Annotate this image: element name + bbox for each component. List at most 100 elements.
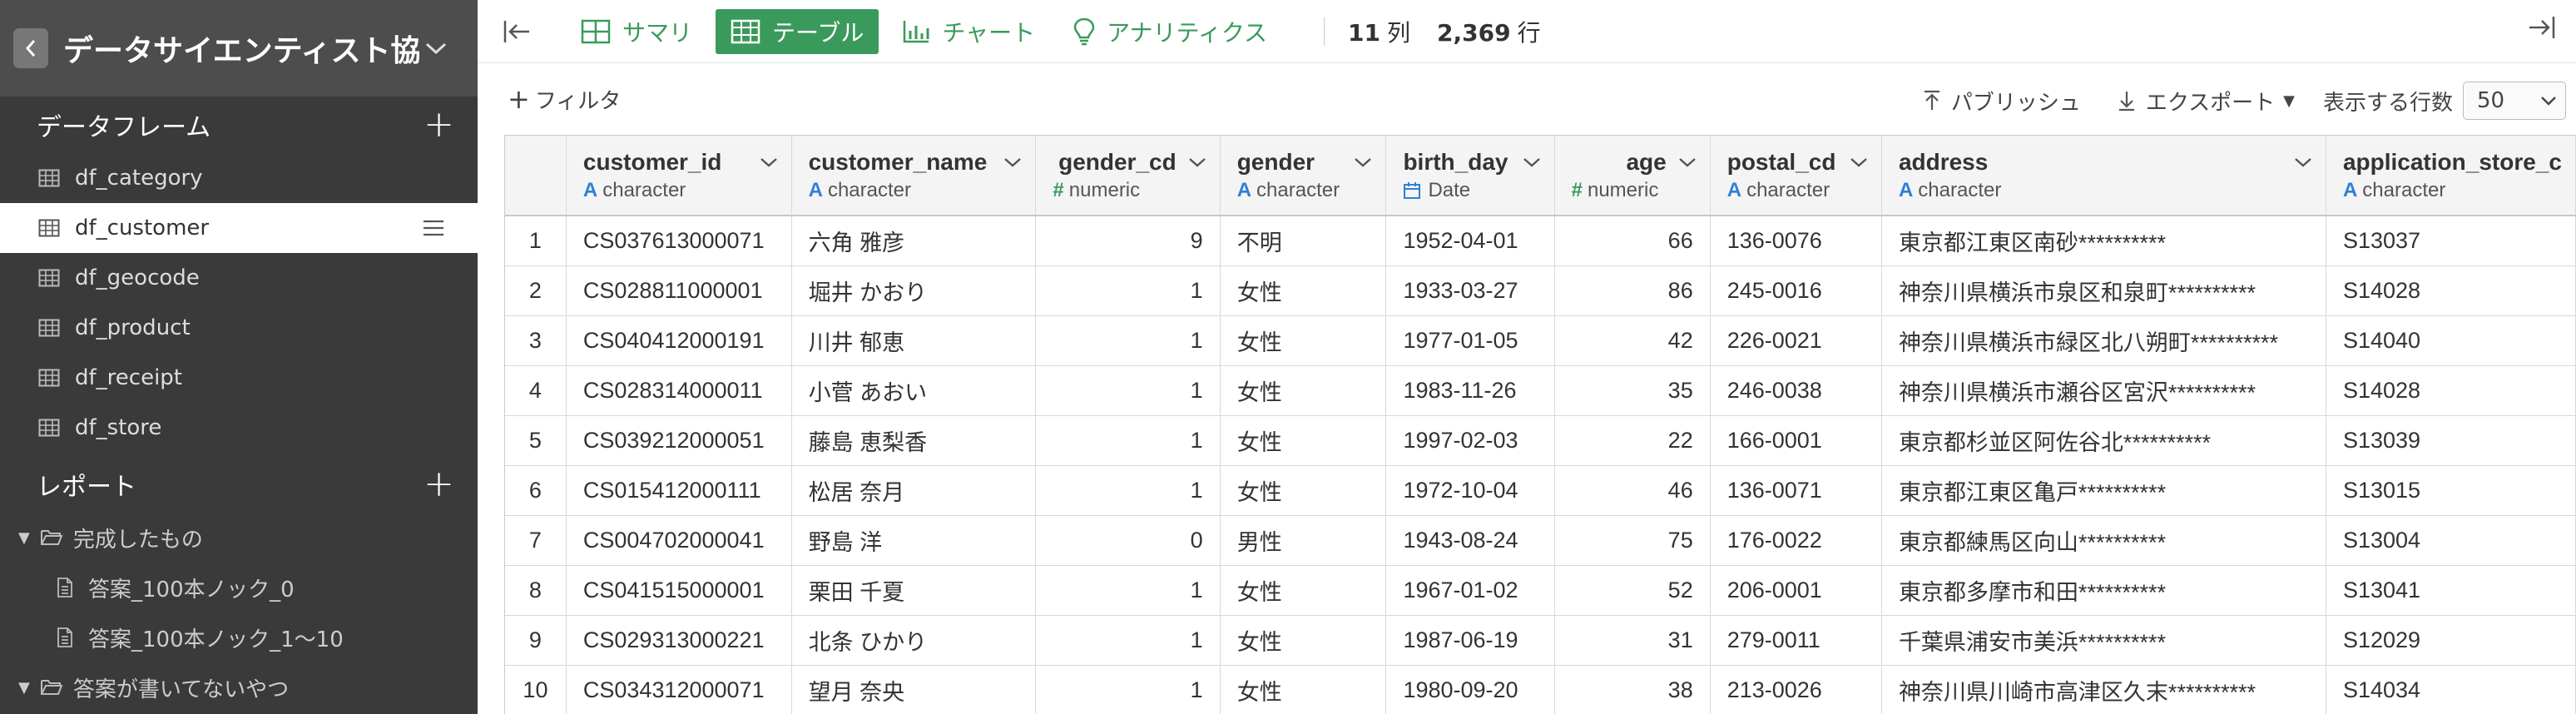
column-header-age[interactable]: age # numeric <box>1554 136 1711 216</box>
cell-postal_cd[interactable]: 279-0011 <box>1710 615 1882 666</box>
cell-address[interactable]: 神奈川県横浜市泉区和泉町********** <box>1881 265 2326 316</box>
cell-address[interactable]: 東京都練馬区向山********** <box>1881 515 2326 566</box>
chevron-down-icon[interactable] <box>2294 156 2312 168</box>
sidebar-item-df_product[interactable]: df_product <box>0 303 478 353</box>
cell-customer_name[interactable]: 松居 奈月 <box>791 465 1037 516</box>
tab-table[interactable]: テーブル <box>716 8 879 54</box>
column-header-address[interactable]: address Acharacter <box>1881 136 2326 216</box>
sidebar-item-df_geocode[interactable]: df_geocode <box>0 253 478 303</box>
cell-age[interactable]: 75 <box>1554 515 1711 566</box>
cell-gender[interactable]: 女性 <box>1220 415 1387 466</box>
cell-age[interactable]: 35 <box>1554 365 1711 416</box>
chevron-down-icon[interactable] <box>1188 156 1206 168</box>
report-item[interactable]: 答案_100本ノック_1〜10 <box>0 612 478 662</box>
collapse-sidebar-button[interactable] <box>503 19 533 44</box>
cell-birth_day[interactable]: 1983-11-26 <box>1385 365 1555 416</box>
sidebar-item-df_store[interactable]: df_store <box>0 403 478 453</box>
column-header-gender_cd[interactable]: gender_cd # numeric <box>1035 136 1221 216</box>
cell-address[interactable]: 東京都多摩市和田********** <box>1881 565 2326 616</box>
cell-gender[interactable]: 不明 <box>1220 216 1387 266</box>
cell-age[interactable]: 86 <box>1554 265 1711 316</box>
cell-birth_day[interactable]: 1987-06-19 <box>1385 615 1555 666</box>
cell-postal_cd[interactable]: 136-0071 <box>1710 465 1882 516</box>
cell-customer_id[interactable]: CS037613000071 <box>566 216 792 266</box>
cell-application_store_c[interactable]: S13039 <box>2326 415 2576 466</box>
cell-age[interactable]: 31 <box>1554 615 1711 666</box>
cell-postal_cd[interactable]: 176-0022 <box>1710 515 1882 566</box>
cell-application_store_c[interactable]: S12029 <box>2326 615 2576 666</box>
cell-postal_cd[interactable]: 206-0001 <box>1710 565 1882 616</box>
cell-gender[interactable]: 女性 <box>1220 315 1387 366</box>
tab-chart[interactable]: チャート <box>887 9 1050 54</box>
sidebar-item-df_category[interactable]: df_category <box>0 153 478 203</box>
cell-customer_id[interactable]: CS028314000011 <box>566 365 792 416</box>
cell-birth_day[interactable]: 1952-04-01 <box>1385 216 1555 266</box>
cell-postal_cd[interactable]: 213-0026 <box>1710 665 1882 714</box>
cell-age[interactable]: 66 <box>1554 216 1711 266</box>
cell-customer_name[interactable]: 小菅 あおい <box>791 365 1037 416</box>
chevron-down-icon[interactable] <box>1003 156 1022 168</box>
sidebar-item-df_receipt[interactable]: df_receipt <box>0 353 478 403</box>
cell-postal_cd[interactable]: 246-0038 <box>1710 365 1882 416</box>
cell-customer_id[interactable]: CS015412000111 <box>566 465 792 516</box>
cell-customer_name[interactable]: 北条 ひかり <box>791 615 1037 666</box>
chevron-down-icon[interactable] <box>1523 156 1541 168</box>
cell-customer_id[interactable]: CS028811000001 <box>566 265 792 316</box>
cell-gender_cd[interactable]: 1 <box>1035 365 1221 416</box>
cell-application_store_c[interactable]: S13041 <box>2326 565 2576 616</box>
collapse-right-panel-button[interactable] <box>2526 15 2556 43</box>
cell-postal_cd[interactable]: 166-0001 <box>1710 415 1882 466</box>
cell-address[interactable]: 千葉県浦安市美浜********** <box>1881 615 2326 666</box>
chevron-down-icon[interactable] <box>1678 156 1697 168</box>
cell-customer_id[interactable]: CS029313000221 <box>566 615 792 666</box>
cell-gender[interactable]: 女性 <box>1220 665 1387 714</box>
sidebar-item-df_customer[interactable]: df_customer <box>0 203 478 253</box>
cell-age[interactable]: 22 <box>1554 415 1711 466</box>
cell-birth_day[interactable]: 1972-10-04 <box>1385 465 1555 516</box>
column-header-birth_day[interactable]: birth_day Date <box>1385 136 1555 216</box>
cell-gender_cd[interactable]: 1 <box>1035 465 1221 516</box>
cell-gender_cd[interactable]: 1 <box>1035 565 1221 616</box>
cell-birth_day[interactable]: 1933-03-27 <box>1385 265 1555 316</box>
cell-postal_cd[interactable]: 136-0076 <box>1710 216 1882 266</box>
column-header-customer_id[interactable]: customer_id Acharacter <box>566 136 792 216</box>
cell-gender[interactable]: 女性 <box>1220 565 1387 616</box>
cell-birth_day[interactable]: 1943-08-24 <box>1385 515 1555 566</box>
cell-age[interactable]: 46 <box>1554 465 1711 516</box>
chevron-down-icon[interactable] <box>1354 156 1372 168</box>
cell-gender_cd[interactable]: 1 <box>1035 265 1221 316</box>
tab-summary[interactable]: サマリ <box>566 9 707 54</box>
cell-customer_id[interactable]: CS041515000001 <box>566 565 792 616</box>
cell-address[interactable]: 神奈川県横浜市緑区北八朔町********** <box>1881 315 2326 366</box>
column-header-application_store_c[interactable]: application_store_c Acharacter <box>2326 136 2576 216</box>
cell-application_store_c[interactable]: S13015 <box>2326 465 2576 516</box>
tab-analytics[interactable]: アナリティクス <box>1058 9 1282 54</box>
publish-button[interactable]: パブリッシュ <box>1923 86 2081 117</box>
folder-unanswered[interactable]: ▼ 答案が書いてないやつ <box>0 662 478 712</box>
project-menu-button[interactable] <box>419 32 453 65</box>
cell-birth_day[interactable]: 1997-02-03 <box>1385 415 1555 466</box>
cell-application_store_c[interactable]: S13004 <box>2326 515 2576 566</box>
cell-customer_name[interactable]: 六角 雅彦 <box>791 216 1037 266</box>
cell-customer_name[interactable]: 川井 郁恵 <box>791 315 1037 366</box>
cell-birth_day[interactable]: 1967-01-02 <box>1385 565 1555 616</box>
cell-application_store_c[interactable]: S13037 <box>2326 216 2576 266</box>
cell-address[interactable]: 東京都江東区亀戸********** <box>1881 465 2326 516</box>
cell-gender_cd[interactable]: 1 <box>1035 315 1221 366</box>
cell-address[interactable]: 東京都江東区南砂********** <box>1881 216 2326 266</box>
chevron-down-icon[interactable] <box>760 156 778 168</box>
cell-customer_name[interactable]: 望月 奈央 <box>791 665 1037 714</box>
cell-customer_id[interactable]: CS039212000051 <box>566 415 792 466</box>
cell-customer_name[interactable]: 栗田 千夏 <box>791 565 1037 616</box>
add-dataframe-button[interactable]: + <box>424 107 454 143</box>
export-button[interactable]: エクスポート ▼ <box>2118 86 2295 117</box>
cell-gender[interactable]: 女性 <box>1220 465 1387 516</box>
cell-gender[interactable]: 女性 <box>1220 615 1387 666</box>
add-report-button[interactable]: + <box>424 466 454 503</box>
cell-customer_id[interactable]: CS034312000071 <box>566 665 792 714</box>
chevron-down-icon[interactable] <box>1850 156 1868 168</box>
rows-per-page-select[interactable]: 50 <box>2463 82 2566 120</box>
cell-application_store_c[interactable]: S14028 <box>2326 365 2576 416</box>
cell-address[interactable]: 神奈川県川崎市高津区久末********** <box>1881 665 2326 714</box>
cell-age[interactable]: 38 <box>1554 665 1711 714</box>
